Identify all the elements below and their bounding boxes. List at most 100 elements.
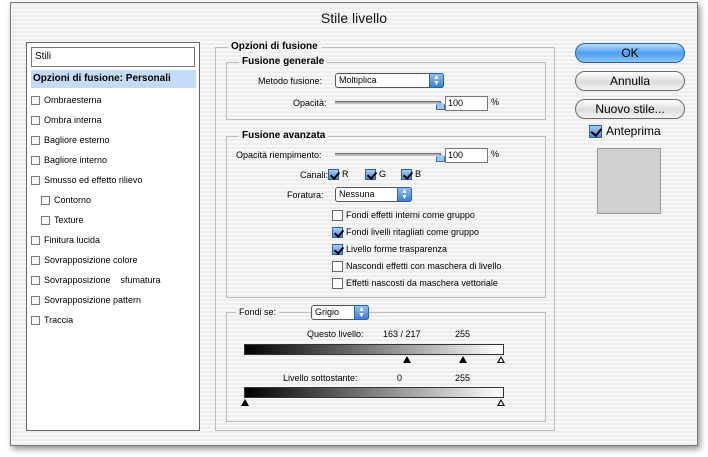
updown-arrows-icon: ▲ ▼	[429, 73, 444, 88]
sidebar-checkbox[interactable]	[31, 155, 40, 165]
channel-g-checkbox[interactable]: G	[365, 168, 386, 180]
sidebar-item-stroke[interactable]: Traccia	[31, 311, 196, 329]
updown-arrows-icon: ▲ ▼	[397, 187, 412, 202]
checkbox-checked-icon	[328, 168, 339, 180]
option-label: Fondi effetti interni come gruppo	[346, 210, 475, 220]
sidebar-checkbox[interactable]	[31, 135, 40, 145]
underlying-gradient-bar	[244, 387, 504, 398]
knockout-label: Foratura:	[287, 190, 324, 200]
sidebar-item-gradient-overlay[interactable]: Sovrapposizione sfumatura	[31, 271, 196, 289]
this-layer-label: Questo livello:	[307, 329, 364, 339]
option-label: Nascondi effetti con maschera di livello	[346, 261, 502, 271]
opacity-label: Opacità:	[293, 98, 327, 108]
blend-interior-effects-checkbox[interactable]: Fondi effetti interni come gruppo	[332, 209, 475, 221]
sidebar-item-texture[interactable]: Texture	[41, 211, 196, 229]
sidebar-item-label: Bagliore interno	[44, 155, 108, 165]
preview-checkbox[interactable]: Anteprima	[589, 124, 661, 138]
channel-r-checkbox[interactable]: R	[328, 168, 349, 180]
vector-mask-hides-effects-checkbox[interactable]: Effetti nascosti da maschera vettoriale	[332, 277, 498, 289]
sidebar-item-drop-shadow[interactable]: Ombraesterna	[31, 91, 196, 109]
opacity-percent: %	[491, 97, 500, 107]
sidebar-checkbox[interactable]	[31, 235, 40, 245]
underlying-layer-label: Livello sottostante:	[283, 373, 358, 383]
blend-if-select[interactable]: Grigio ▲ ▼	[311, 305, 369, 320]
channel-b-label: B	[415, 169, 422, 179]
styles-header: Stili	[31, 47, 195, 67]
knockout-select[interactable]: Nessuna ▲ ▼	[335, 187, 412, 202]
general-blending-title: Fusione generale	[239, 56, 328, 67]
this-layer-gradient-bar	[244, 344, 504, 355]
sidebar-item-color-overlay[interactable]: Sovrapposizione colore	[31, 251, 196, 269]
sidebar-checkbox[interactable]	[41, 195, 50, 205]
checkbox-checked-icon	[332, 226, 343, 238]
preview-label: Anteprima	[606, 124, 661, 138]
cancel-button[interactable]: Annulla	[575, 71, 685, 91]
sidebar-checkbox[interactable]	[31, 315, 40, 325]
style-preview-swatch	[597, 148, 661, 214]
sidebar-item-label: Finitura lucida	[44, 235, 101, 245]
sidebar-checkbox[interactable]	[31, 255, 40, 265]
checkbox-checked-icon	[589, 124, 602, 138]
fill-opacity-label: Opacità riempimento:	[236, 150, 322, 160]
sidebar-item-blending-options[interactable]: Opzioni di fusione: Personali	[31, 70, 196, 88]
sidebar-item-label: Sovrapposizione colore	[44, 255, 138, 265]
option-label: Effetti nascosti da maschera vettoriale	[346, 278, 498, 288]
this-layer-black-left-handle[interactable]	[403, 356, 411, 363]
blend-clipped-layers-checkbox[interactable]: Fondi livelli ritagliati come gruppo	[332, 226, 479, 238]
sidebar-item-label: Traccia	[44, 315, 74, 325]
channel-r-label: R	[342, 169, 349, 179]
sidebar-item-label: Opzioni di fusione: Personali	[33, 73, 171, 84]
sidebar-checkbox[interactable]	[31, 295, 40, 305]
sidebar-item-contour[interactable]: Contorno	[41, 191, 196, 209]
new-style-button[interactable]: Nuovo stile...	[575, 99, 685, 119]
blending-options-group: Opzioni di fusione Fusione generale Meto…	[215, 41, 555, 431]
advanced-blending-title: Fusione avanzata	[239, 130, 329, 141]
transparency-shapes-checkbox[interactable]: Livello forme trasparenza	[332, 243, 447, 255]
sidebar-item-outer-glow[interactable]: Bagliore esterno	[31, 131, 196, 149]
fill-opacity-slider-track[interactable]	[335, 153, 441, 156]
sidebar-item-label: Bagliore esterno	[44, 135, 110, 145]
sidebar-item-label: Contorno	[54, 195, 92, 205]
fill-opacity-input[interactable]: 100	[445, 148, 488, 163]
blend-if-group: Fondi se: Grigio ▲ ▼ Questo livello: 163 …	[226, 305, 546, 422]
sidebar-checkbox[interactable]	[41, 215, 50, 225]
layer-mask-hides-effects-checkbox[interactable]: Nascondi effetti con maschera di livello	[332, 260, 501, 272]
this-layer-black-right-handle[interactable]	[459, 356, 467, 363]
blend-mode-label: Metodo fusione:	[258, 76, 323, 86]
sidebar-checkbox[interactable]	[31, 115, 40, 125]
underlying-high-value: 255	[455, 373, 471, 383]
sidebar-item-satin[interactable]: Finitura lucida	[31, 231, 196, 249]
blend-mode-select[interactable]: Moltiplica ▲ ▼	[335, 73, 444, 88]
checkbox-checked-icon	[332, 243, 343, 255]
sidebar-item-label: Ombraesterna	[44, 95, 102, 105]
blend-if-value: Grigio	[315, 307, 340, 317]
option-label: Livello forme trasparenza	[346, 244, 448, 254]
channel-g-label: G	[379, 169, 387, 179]
opacity-input[interactable]: 100	[445, 96, 488, 111]
sidebar-checkbox[interactable]	[31, 175, 40, 185]
underlying-black-handle[interactable]	[241, 399, 249, 406]
sidebar-item-inner-glow[interactable]: Bagliore interno	[31, 151, 196, 169]
general-blending-group: Fusione generale Metodo fusione: Moltipl…	[226, 56, 546, 120]
sidebar-item-inner-shadow[interactable]: Ombra interna	[31, 111, 196, 129]
sidebar-item-pattern-overlay[interactable]: Sovrapposizione pattern	[31, 291, 196, 309]
sidebar-item-label: Smusso ed effetto rilievo	[44, 175, 143, 185]
opacity-slider-track[interactable]	[335, 101, 441, 104]
ok-button[interactable]: OK	[575, 43, 685, 63]
sidebar-item-label: Ombra interna	[44, 115, 102, 125]
this-layer-white-handle[interactable]	[497, 356, 505, 363]
channel-b-checkbox[interactable]: B	[401, 168, 421, 180]
sidebar-checkbox[interactable]	[31, 275, 40, 285]
sidebar-item-label: Texture	[54, 215, 84, 225]
checkbox-icon	[332, 277, 343, 289]
blending-options-title: Opzioni di fusione	[228, 41, 321, 52]
sidebar-item-bevel-emboss[interactable]: Smusso ed effetto rilievo	[31, 171, 196, 189]
checkbox-icon	[332, 260, 343, 272]
sidebar-checkbox[interactable]	[31, 95, 40, 105]
underlying-low-value: 0	[397, 373, 403, 383]
sidebar-item-label: Sovrapposizione sfumatura	[44, 275, 161, 285]
fill-opacity-percent: %	[491, 149, 500, 159]
sidebar-item-label: Sovrapposizione pattern	[44, 295, 142, 305]
styles-sidebar: Stili Opzioni di fusione: Personali Ombr…	[26, 42, 200, 431]
underlying-white-handle[interactable]	[497, 399, 505, 406]
